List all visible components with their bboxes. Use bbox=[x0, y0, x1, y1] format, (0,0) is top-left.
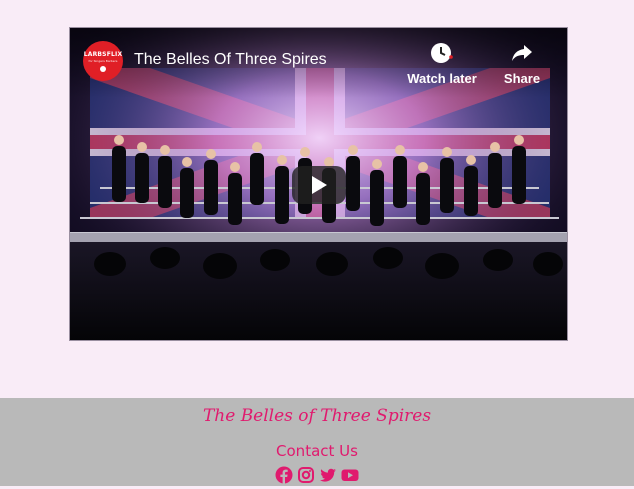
play-icon bbox=[312, 176, 327, 194]
channel-avatar[interactable]: LARBSFLIX for Singers Barbers bbox=[83, 41, 123, 81]
instagram-icon[interactable] bbox=[297, 466, 315, 484]
footer-brand-name: The Belles of Three Spires bbox=[202, 406, 432, 426]
share-label: Share bbox=[503, 71, 541, 86]
embedded-video-player[interactable]: LARBSFLIX for Singers Barbers The Belles… bbox=[69, 27, 568, 341]
share-arrow-icon bbox=[494, 40, 550, 66]
youtube-icon[interactable] bbox=[341, 466, 359, 484]
share-button[interactable]: Share bbox=[494, 40, 550, 86]
watch-later-button[interactable]: Watch later bbox=[404, 40, 480, 86]
twitter-icon[interactable] bbox=[319, 466, 337, 484]
watch-later-label: Watch later bbox=[407, 71, 477, 86]
channel-subtitle: for Singers Barbers bbox=[88, 58, 118, 63]
play-button[interactable] bbox=[292, 166, 346, 204]
clock-icon bbox=[404, 40, 480, 66]
video-title[interactable]: The Belles Of Three Spires bbox=[134, 51, 327, 69]
channel-name: LARBSFLIX bbox=[83, 50, 123, 58]
facebook-icon[interactable] bbox=[275, 466, 293, 484]
social-links bbox=[0, 466, 634, 484]
site-footer: The Belles of Three Spires Contact Us bbox=[0, 398, 634, 486]
contact-us-link[interactable]: Contact Us bbox=[0, 442, 634, 460]
channel-logo-mark bbox=[100, 65, 106, 72]
